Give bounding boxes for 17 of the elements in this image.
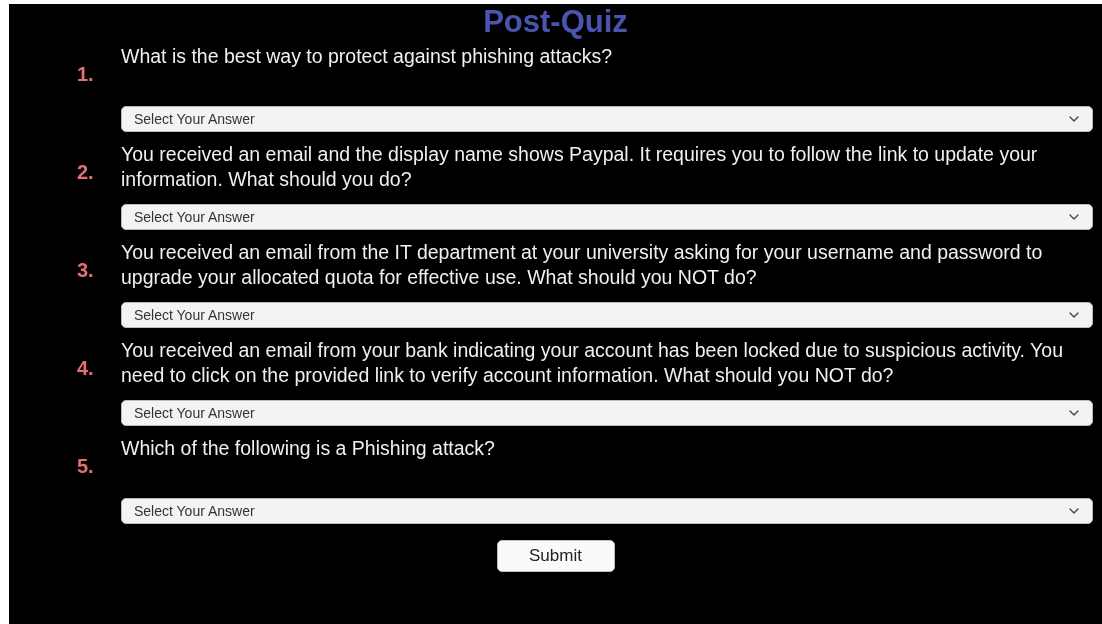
question-text: You received an email from your bank indicating your account has been locked due to suspicious activity. You need to click on the provided link to verify account information. What should you NOT do? <box>121 338 1064 388</box>
question-text: You received an email and the display name shows Paypal. It requires you to follow the link to update your information. What should you do? <box>121 142 1039 192</box>
question-text: Which of the following is a Phishing attack? <box>121 436 495 461</box>
question-number: 2. <box>77 159 95 184</box>
answer-dropdown[interactable]: Select Your Answer <box>121 400 1093 426</box>
question-text: What is the best way to protect against phishing attacks? <box>121 44 612 69</box>
submit-button[interactable]: Submit <box>496 540 615 572</box>
page-title: Post-Quiz <box>483 4 628 41</box>
question-number: 1. <box>77 61 95 86</box>
question-number: 3. <box>77 257 95 282</box>
question-number: 4. <box>77 355 95 380</box>
answer-dropdown[interactable]: Select Your Answer <box>121 204 1093 230</box>
answer-dropdown[interactable]: Select Your Answer <box>121 498 1093 524</box>
answer-dropdown[interactable]: Select Your Answer <box>121 302 1093 328</box>
answer-dropdown[interactable]: Select Your Answer <box>121 106 1093 132</box>
question-text: You received an email from the IT department at your university asking for your username and password to upgrade your allocated quota for effective use. What should you NOT do? <box>121 240 1044 290</box>
question-number: 5. <box>77 453 95 478</box>
